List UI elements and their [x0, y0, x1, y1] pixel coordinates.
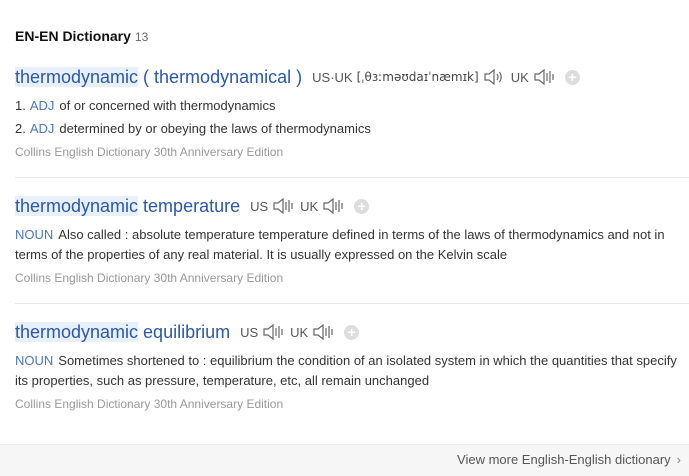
pos-label: NOUN [15, 353, 54, 368]
pos-label: ADJ [29, 98, 55, 113]
speaker-icon[interactable] [272, 197, 294, 215]
entry-thermodynamic: thermodynamic ( thermodynamical ) US·UK … [15, 64, 689, 159]
definition: NOUN Also called : absolute temperature t… [15, 227, 665, 262]
divider [15, 303, 689, 304]
entry-thermodynamic-equilibrium: thermodynamic equilibrium US UK + NOUN So… [15, 319, 689, 411]
ipa-transcription: [ˌθɜːməʊdaɪˈnæmɪk] [356, 70, 479, 84]
headword-link[interactable]: thermodynamic temperature [15, 195, 240, 217]
view-more-link[interactable]: View more English-English dictionary › [457, 452, 681, 467]
definition: NOUN Sometimes shortened to : equilibrium… [15, 353, 677, 388]
add-to-wordbook-icon[interactable]: + [354, 198, 370, 214]
chevron-right-icon: › [676, 452, 681, 467]
sense-item: 2. ADJ determined by or obeying the laws o… [15, 121, 371, 136]
uk-label: UK [510, 69, 529, 85]
source-label: Collins English Dictionary 30th Annivers… [15, 145, 284, 159]
uk-label: UK [290, 324, 309, 340]
source-label: Collins English Dictionary 30th Annivers… [15, 271, 284, 285]
dictionary-title: EN-EN Dictionary [15, 28, 131, 44]
us-uk-label: US·UK [312, 69, 353, 85]
pronunciation: US·UK [ˌθɜːməʊdaɪˈnæmɪk] UK [312, 68, 561, 86]
uk-label: UK [300, 198, 319, 214]
speaker-icon[interactable] [322, 197, 344, 215]
source-label: Collins English Dictionary 30th Annivers… [15, 397, 284, 411]
result-count: 13 [134, 30, 149, 44]
pos-label: NOUN [15, 227, 54, 242]
headword-link[interactable]: thermodynamic ( thermodynamical ) [15, 66, 302, 88]
add-to-wordbook-icon[interactable]: + [344, 324, 360, 340]
pronunciation: US UK [250, 197, 350, 215]
speaker-icon[interactable] [483, 68, 505, 86]
us-label: US [240, 324, 259, 340]
speaker-icon[interactable] [312, 323, 334, 341]
pos-label: ADJ [29, 121, 55, 136]
speaker-icon[interactable] [262, 323, 284, 341]
add-to-wordbook-icon[interactable]: + [564, 69, 580, 85]
dictionary-header: EN-EN Dictionary 13 [15, 28, 148, 44]
pronunciation: US UK [240, 323, 340, 341]
divider [15, 177, 689, 178]
footer-bar: View more English-English dictionary › [0, 444, 689, 476]
us-label: US [250, 198, 269, 214]
speaker-icon[interactable] [533, 68, 555, 86]
entry-thermodynamic-temperature: thermodynamic temperature US UK + NOUN Al… [15, 193, 689, 285]
sense-item: 1. ADJ of or concerned with thermodynamics [15, 98, 276, 113]
headword-link[interactable]: thermodynamic equilibrium [15, 321, 230, 343]
